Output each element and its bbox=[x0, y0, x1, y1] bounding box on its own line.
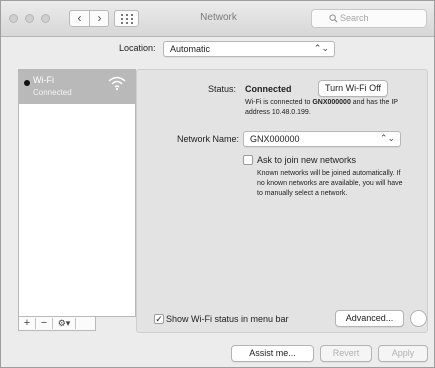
search-placeholder: Search bbox=[340, 13, 369, 23]
location-label: Location: bbox=[119, 43, 156, 53]
minimize-window-button[interactable] bbox=[25, 14, 34, 23]
advanced-button[interactable]: Advanced... bbox=[335, 310, 404, 327]
search-icon bbox=[329, 14, 338, 23]
close-window-button[interactable] bbox=[9, 14, 18, 23]
service-status: Connected bbox=[33, 88, 72, 97]
grid-icon-dot bbox=[126, 22, 128, 24]
network-name-popup[interactable]: GNX000000 ⌃⌄ bbox=[243, 131, 401, 147]
apply-button[interactable]: Apply bbox=[378, 345, 428, 362]
remove-service-button[interactable]: − bbox=[36, 317, 52, 330]
show-status-label: Show Wi-Fi status in menu bar bbox=[166, 314, 289, 324]
revert-button[interactable]: Revert bbox=[320, 345, 372, 362]
status-description-text: Wi-Fi is connected to bbox=[245, 99, 313, 106]
grid-icon-dot bbox=[126, 18, 128, 20]
show-all-button[interactable] bbox=[114, 10, 139, 27]
search-field[interactable]: Search bbox=[311, 9, 427, 28]
service-list-toolbar: + − ⚙▾ bbox=[18, 317, 96, 331]
gear-icon[interactable]: ⚙▾ bbox=[53, 317, 75, 330]
grid-icon bbox=[121, 14, 123, 16]
service-list: Wi-Fi Connected bbox=[18, 69, 136, 317]
ask-to-join-note: Known networks will be joined automatica… bbox=[257, 170, 403, 197]
wifi-settings-panel: Status: Connected Turn Wi-Fi Off Wi-Fi i… bbox=[136, 69, 428, 333]
grid-icon-dot bbox=[126, 14, 128, 16]
grid-icon-dot bbox=[121, 18, 123, 20]
grid-icon-dot bbox=[131, 14, 133, 16]
service-name: Wi-Fi bbox=[33, 75, 54, 85]
ask-to-join-checkbox[interactable] bbox=[243, 155, 253, 165]
location-value: Automatic bbox=[170, 44, 211, 54]
location-popup[interactable]: Automatic ⌃⌄ bbox=[163, 41, 335, 57]
title-bar: ‹ › Network Search bbox=[1, 1, 434, 37]
service-item-wifi[interactable]: Wi-Fi Connected bbox=[19, 70, 135, 104]
back-button[interactable]: ‹ bbox=[70, 11, 89, 26]
network-preferences-window: ‹ › Network Search Location: Automatic ⌃… bbox=[0, 0, 435, 368]
show-status-checkbox[interactable]: ✓ bbox=[154, 314, 164, 324]
status-dot bbox=[24, 80, 30, 86]
back-forward-control: ‹ › bbox=[69, 10, 109, 27]
wifi-icon bbox=[108, 76, 126, 91]
help-button[interactable] bbox=[410, 310, 427, 327]
status-description-network: GNX000000 bbox=[312, 99, 351, 106]
grid-icon-dot bbox=[131, 18, 133, 20]
ask-to-join-label: Ask to join new networks bbox=[257, 155, 357, 165]
toolbar-separator bbox=[75, 318, 76, 329]
window-title: Network bbox=[200, 12, 237, 23]
grid-icon-dot bbox=[121, 22, 123, 24]
status-description: Wi-Fi is connected to GNX000000 and has … bbox=[245, 98, 405, 118]
popup-arrows-icon: ⌃⌄ bbox=[379, 133, 395, 143]
popup-arrows-icon: ⌃⌄ bbox=[313, 43, 329, 53]
turn-wifi-off-button[interactable]: Turn Wi-Fi Off bbox=[318, 80, 388, 97]
status-label: Status: bbox=[208, 84, 237, 94]
assist-me-button[interactable]: Assist me... bbox=[231, 345, 314, 362]
forward-button[interactable]: › bbox=[90, 11, 108, 26]
grid-icon-dot bbox=[131, 22, 133, 24]
add-service-button[interactable]: + bbox=[19, 317, 35, 330]
network-name-value: GNX000000 bbox=[250, 134, 300, 144]
network-name-label: Network Name: bbox=[177, 134, 240, 144]
status-value: Connected bbox=[245, 84, 292, 94]
zoom-window-button[interactable] bbox=[41, 14, 50, 23]
